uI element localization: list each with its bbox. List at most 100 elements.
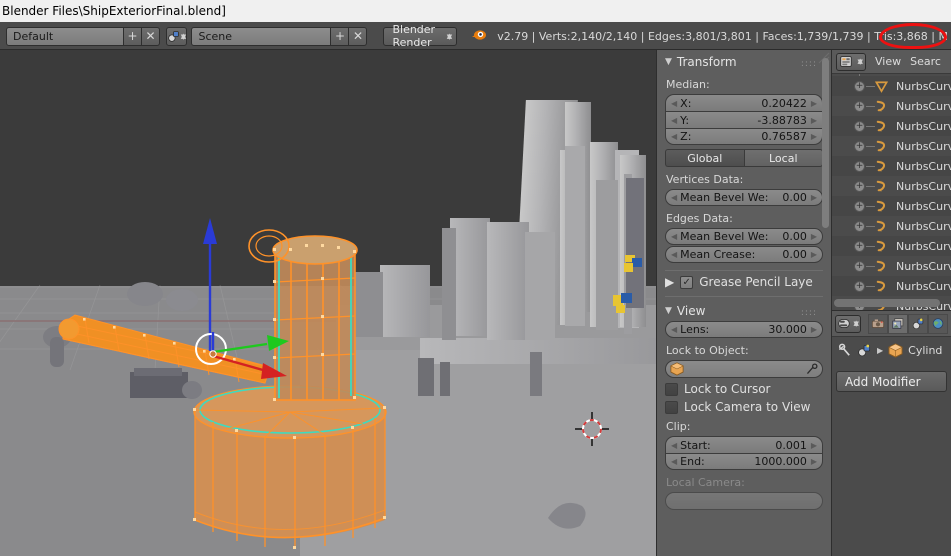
- properties-editor-spinner[interactable]: ▲ ▼: [853, 320, 858, 328]
- outliner-horizontal-scrollbar[interactable]: [834, 299, 940, 307]
- expand-toggle-icon[interactable]: +: [854, 140, 865, 152]
- chevron-right-icon[interactable]: ▶: [811, 457, 817, 466]
- selected-tower-wireframe[interactable]: [235, 220, 395, 420]
- edge-mean-bevel-weight-field[interactable]: ◀ Mean Bevel We: 0.00 ▶: [665, 228, 823, 245]
- outliner-row[interactable]: + NurbsCurve.: [832, 196, 951, 216]
- clip-start-field[interactable]: ◀ Start: 0.001 ▶: [665, 436, 823, 453]
- outliner-row[interactable]: + NurbsCurve.: [832, 276, 951, 296]
- properties-editor[interactable]: ▲ ▼ ▶ Cylind Add Modifier: [831, 310, 951, 556]
- render-tab[interactable]: [868, 313, 888, 334]
- mesh-cube-icon[interactable]: [888, 342, 903, 358]
- expand-toggle-icon[interactable]: +: [854, 280, 865, 292]
- lock-to-cursor-checkbox[interactable]: ✓: [665, 382, 678, 396]
- outliner-search-menu[interactable]: Searc: [910, 55, 941, 68]
- add-scene-button[interactable]: +: [331, 26, 350, 46]
- outliner-row[interactable]: + NurbsCurve.: [832, 216, 951, 236]
- expand-toggle-icon[interactable]: +: [854, 200, 865, 212]
- chevron-right-icon: ▶: [877, 345, 884, 355]
- scene-icon[interactable]: [857, 343, 872, 358]
- scene-name-field[interactable]: Scene: [191, 26, 332, 46]
- outliner-row[interactable]: + NurbsCurve.: [832, 116, 951, 136]
- panel-scrollbar[interactable]: [822, 58, 829, 228]
- clip-end-field[interactable]: ◀ End: 1000.000 ▶: [665, 453, 823, 470]
- vertex-bevel-value: 0.00: [782, 191, 807, 204]
- properties-tab-bar[interactable]: [868, 313, 948, 334]
- scene-datablock-icon[interactable]: ▲ ▼: [166, 26, 188, 46]
- ship-detail-yellow-4: [616, 305, 625, 313]
- transform-panel-header[interactable]: ▼ Transform ::::: [657, 50, 831, 72]
- outliner-editor[interactable]: ▲▼ View Searc + NurbsCurve + NurbsCurve. + Nu…: [831, 50, 951, 310]
- global-space-button[interactable]: Global: [665, 149, 744, 167]
- outliner-row[interactable]: + NurbsCurve.: [832, 256, 951, 276]
- expand-toggle-icon[interactable]: +: [854, 120, 865, 132]
- grease-pencil-checkbox[interactable]: ✓: [680, 275, 694, 289]
- transform-space-toggle[interactable]: Global Local: [665, 149, 823, 167]
- median-z-field[interactable]: ◀ Z: 0.76587 ▶: [665, 128, 823, 145]
- expand-toggle-icon[interactable]: +: [854, 220, 865, 232]
- chevron-right-icon[interactable]: ▶: [811, 232, 817, 241]
- render-engine-dropdown[interactable]: Blender Render ▲ ▼: [383, 23, 458, 49]
- breadcrumb-object-name: Cylind: [908, 343, 943, 357]
- chevron-right-icon[interactable]: ▶: [811, 132, 817, 141]
- world-tab[interactable]: [928, 313, 948, 334]
- chevron-right-icon[interactable]: ▶: [811, 193, 817, 202]
- 3d-viewport[interactable]: [0, 50, 656, 556]
- view-panel-header[interactable]: ▼ View ::::: [657, 299, 831, 321]
- outliner-row[interactable]: + NurbsCurve.: [832, 136, 951, 156]
- expand-toggle-icon[interactable]: +: [854, 100, 865, 112]
- outliner-row[interactable]: + NurbsCurve.: [832, 96, 951, 116]
- chevron-right-icon[interactable]: ▶: [665, 275, 674, 289]
- lock-to-object-field[interactable]: [665, 360, 823, 378]
- expand-toggle-icon[interactable]: +: [854, 80, 865, 92]
- chevron-right-icon[interactable]: ▶: [811, 116, 817, 125]
- render-layers-tab[interactable]: [888, 313, 908, 334]
- outliner-tree[interactable]: + NurbsCurve + NurbsCurve. + NurbsCurve. + Nurb…: [832, 74, 951, 310]
- outliner-view-menu[interactable]: View: [875, 55, 901, 68]
- vertex-mean-bevel-weight-field[interactable]: ◀ Mean Bevel We: 0.00 ▶: [665, 189, 823, 206]
- pin-icon[interactable]: [837, 343, 852, 358]
- delete-screen-layout-button[interactable]: ✕: [142, 26, 160, 46]
- local-space-button[interactable]: Local: [743, 149, 823, 167]
- breadcrumb[interactable]: ▶ Cylind: [832, 337, 951, 363]
- properties-editor-type-selector[interactable]: ▲ ▼: [835, 314, 861, 333]
- viewport-properties-panel[interactable]: ▼ Transform :::: Median: ◀ X: 0.20422 ▶ …: [656, 50, 831, 556]
- median-x-field[interactable]: ◀ X: 0.20422 ▶: [665, 94, 823, 111]
- median-y-label: Y:: [680, 113, 690, 127]
- eyedropper-icon[interactable]: [805, 362, 818, 376]
- lens-field[interactable]: ◀ Lens: 30.000 ▶: [665, 321, 823, 338]
- chevron-right-icon[interactable]: ▶: [811, 325, 817, 334]
- scene-icon: [912, 318, 924, 330]
- outliner-row[interactable]: + NurbsCurve.: [832, 176, 951, 196]
- scene-tab[interactable]: [908, 313, 928, 334]
- lock-camera-to-view-checkbox[interactable]: ✓: [665, 400, 678, 414]
- edge-mean-crease-field[interactable]: ◀ Mean Crease: 0.00 ▶: [665, 246, 823, 263]
- local-camera-field[interactable]: [665, 492, 823, 510]
- chevron-right-icon[interactable]: ▶: [811, 99, 817, 108]
- median-y-field[interactable]: ◀ Y: -3.88783 ▶: [665, 111, 823, 128]
- outliner-row[interactable]: + NurbsCurve.: [832, 156, 951, 176]
- transform-manipulator[interactable]: [205, 330, 295, 390]
- expand-toggle-icon[interactable]: +: [854, 180, 865, 192]
- lock-to-cursor-row[interactable]: ✓ Lock to Cursor: [665, 382, 823, 396]
- expand-toggle-icon[interactable]: +: [854, 260, 865, 272]
- chevron-right-icon[interactable]: ▶: [811, 441, 817, 450]
- outliner-row[interactable]: + NurbsCurve: [832, 76, 951, 96]
- delete-scene-button[interactable]: ✕: [349, 26, 368, 46]
- vertex-bevel-label: Mean Bevel We:: [680, 191, 769, 204]
- nurbs-curve-icon: [874, 119, 889, 134]
- add-modifier-button[interactable]: Add Modifier: [836, 371, 947, 392]
- editor-type-spinner[interactable]: ▲ ▼: [857, 58, 862, 66]
- expand-toggle-icon[interactable]: +: [854, 160, 865, 172]
- chevron-right-icon[interactable]: ▶: [811, 250, 817, 259]
- add-screen-layout-button[interactable]: +: [124, 26, 142, 46]
- grease-pencil-label: Grease Pencil Laye: [699, 275, 813, 289]
- editor-type-selector[interactable]: ▲ ▼: [836, 52, 866, 71]
- outliner-item-label: NurbsCurve.: [896, 199, 951, 213]
- lens-label: Lens:: [680, 323, 710, 336]
- scene-spinner[interactable]: ▲ ▼: [181, 32, 186, 40]
- lock-camera-to-view-row[interactable]: ✓ Lock Camera to View: [665, 400, 823, 414]
- outliner-row[interactable]: + NurbsCurve.: [832, 236, 951, 256]
- grease-pencil-layers-row[interactable]: ▶ ✓ Grease Pencil Laye: [665, 275, 823, 289]
- screen-layout-field[interactable]: Default: [6, 26, 124, 46]
- expand-toggle-icon[interactable]: +: [854, 240, 865, 252]
